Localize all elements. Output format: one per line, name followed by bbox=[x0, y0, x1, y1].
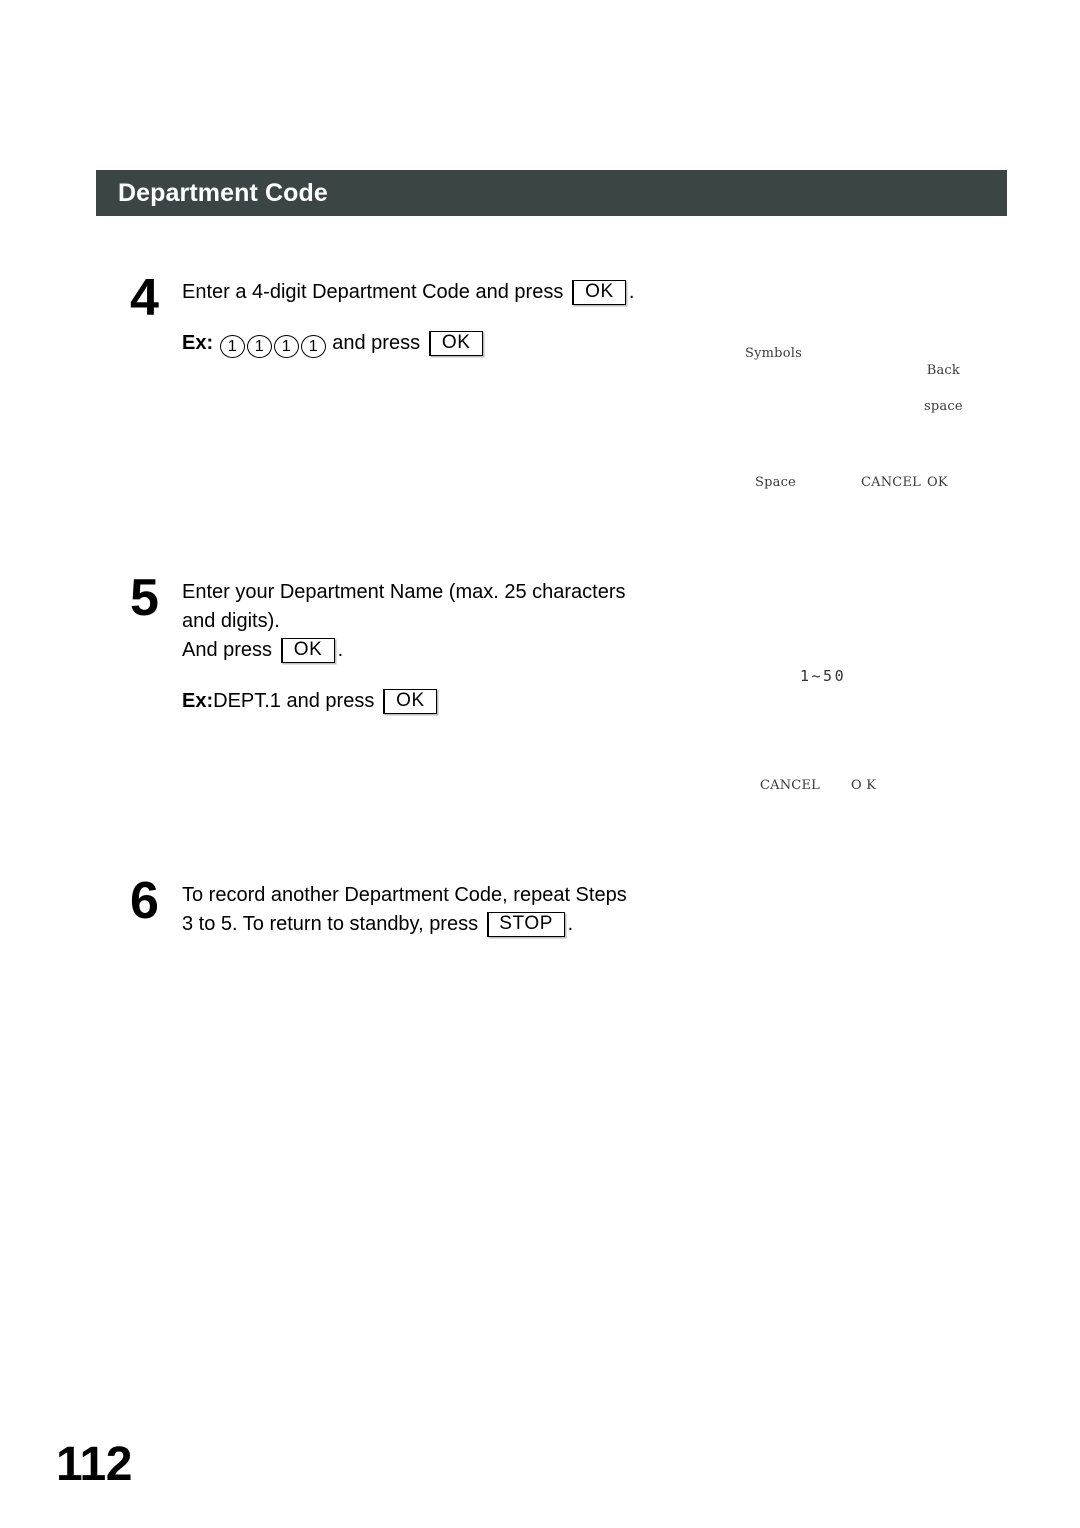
step-5-instruction-line1: Enter your Department Name (max. 25 char… bbox=[182, 581, 626, 603]
lcd-softkey-cancel-step4[interactable]: CANCEL bbox=[861, 476, 921, 489]
keypad-digit-1-a[interactable]: 1 bbox=[219, 335, 245, 358]
lcd-softkey-cancel-step5[interactable]: CANCEL bbox=[760, 779, 820, 792]
lcd-softkey-ok-step5[interactable]: O K bbox=[851, 779, 876, 792]
ok-key-step4-example[interactable]: OK bbox=[428, 331, 483, 356]
step-5-example-label: Ex: bbox=[182, 690, 214, 712]
step-5-example: Ex:DEPT.1 and press OK bbox=[182, 687, 626, 716]
page-title: Department Code bbox=[118, 178, 328, 207]
step-5-instruction-line2: and digits). bbox=[182, 610, 280, 632]
step-4-example: Ex: 1111 and press OK bbox=[182, 329, 634, 358]
step-5-example-text: DEPT.1 and press bbox=[213, 690, 375, 712]
ok-key-step5[interactable]: OK bbox=[280, 638, 335, 663]
step-6-instruction-line2: 3 to 5. To return to standby, press STOP… bbox=[182, 910, 627, 939]
step-6-instruction-line2-period: . bbox=[567, 913, 574, 935]
page-number: 112 bbox=[56, 1438, 132, 1491]
step-4-body: Enter a 4-digit Department Code and pres… bbox=[182, 272, 634, 358]
lcd-softkey-ok-step4[interactable]: OK bbox=[927, 476, 948, 489]
step-5-instruction-line3: And press OK. bbox=[182, 636, 626, 665]
step-4-example-label: Ex: bbox=[182, 332, 214, 354]
step-4: 4 Enter a 4-digit Department Code and pr… bbox=[120, 272, 634, 358]
step-4-instruction-text: Enter a 4-digit Department Code and pres… bbox=[182, 281, 564, 303]
step-5-body: Enter your Department Name (max. 25 char… bbox=[182, 572, 626, 716]
stop-key-step6[interactable]: STOP bbox=[486, 912, 565, 937]
step-6: 6 To record another Department Code, rep… bbox=[120, 875, 627, 939]
page-header-bar: Department Code bbox=[96, 170, 1007, 216]
step-4-spacer bbox=[182, 307, 634, 329]
step-6-body: To record another Department Code, repea… bbox=[182, 875, 627, 939]
step-5-instruction-line3-period: . bbox=[337, 639, 344, 661]
lcd-softkey-symbols[interactable]: Symbols bbox=[745, 347, 802, 360]
ok-key-step4[interactable]: OK bbox=[571, 280, 626, 305]
step-4-instruction-period: . bbox=[628, 281, 635, 303]
step-4-instruction: Enter a 4-digit Department Code and pres… bbox=[182, 278, 634, 307]
step-5-number: 5 bbox=[130, 569, 159, 627]
keypad-digit-1-d[interactable]: 1 bbox=[300, 335, 326, 358]
ok-key-step5-example[interactable]: OK bbox=[382, 689, 437, 714]
step-5: 5 Enter your Department Name (max. 25 ch… bbox=[120, 572, 626, 716]
lcd-softkey-backspace[interactable]: Back space bbox=[924, 341, 963, 425]
step-6-instruction-line1: To record another Department Code, repea… bbox=[182, 884, 627, 906]
step-5-instruction-line3-text: And press bbox=[182, 639, 273, 661]
lcd-softkey-space[interactable]: Space bbox=[755, 476, 796, 489]
keypad-digit-1-c[interactable]: 1 bbox=[273, 335, 299, 358]
lcd-department-range: 1~50 bbox=[800, 667, 847, 685]
lcd-softkey-backspace-line1: Back bbox=[926, 363, 960, 378]
step-4-example-mid: and press bbox=[332, 332, 421, 354]
step-6-number: 6 bbox=[130, 872, 159, 930]
keypad-digit-1-b[interactable]: 1 bbox=[246, 335, 272, 358]
step-4-number: 4 bbox=[130, 269, 159, 327]
lcd-softkey-backspace-line2: space bbox=[924, 399, 963, 414]
step-5-spacer bbox=[182, 665, 626, 687]
step-6-instruction-line2-text: 3 to 5. To return to standby, press bbox=[182, 913, 479, 935]
